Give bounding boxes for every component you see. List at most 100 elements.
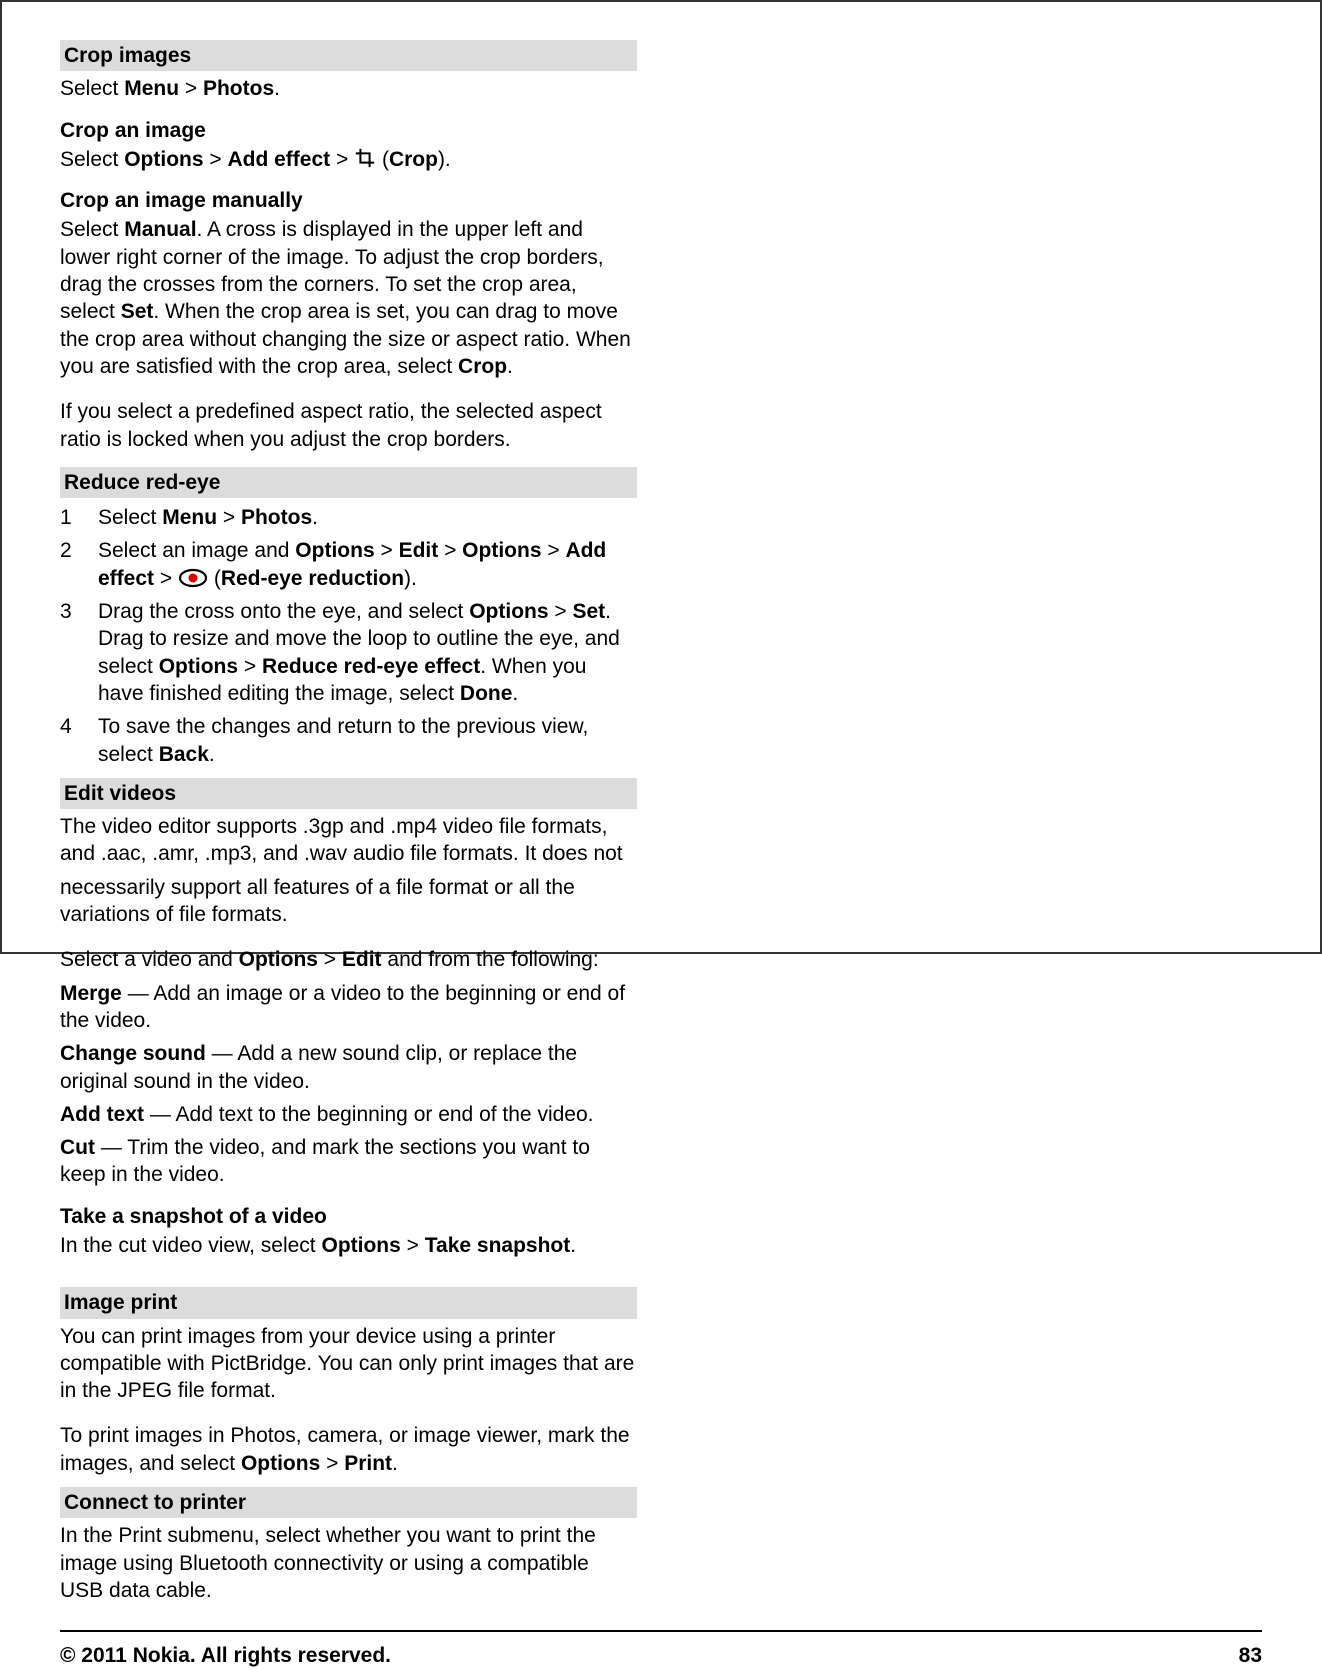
- text: >: [375, 539, 399, 562]
- text: >: [238, 655, 262, 678]
- text: .: [312, 506, 318, 529]
- take-snapshot-label: Take snapshot: [425, 1234, 570, 1257]
- menu-label: Menu: [124, 77, 179, 100]
- photos-label: Photos: [241, 506, 312, 529]
- text: >: [401, 1234, 425, 1257]
- heading-edit-videos: Edit videos: [60, 778, 637, 809]
- connect-to-printer-text: In the Print submenu, select whether you…: [60, 1522, 637, 1604]
- edit-label: Edit: [399, 539, 439, 562]
- heading-crop-manually: Crop an image manually: [60, 187, 637, 214]
- step-text: Select Menu > Photos.: [98, 504, 637, 531]
- step-text: Drag the cross onto the eye, and select …: [98, 598, 637, 707]
- step-number: 1: [60, 504, 78, 531]
- text: — Add an image or a video to the beginni…: [60, 982, 625, 1032]
- text: ).: [404, 567, 417, 590]
- options-label: Options: [241, 1452, 320, 1475]
- options-label: Options: [462, 539, 541, 562]
- merge-label: Merge: [60, 982, 122, 1005]
- text: >: [217, 506, 241, 529]
- take-snapshot-text: In the cut video view, select Options > …: [60, 1232, 637, 1259]
- text: .: [570, 1234, 576, 1257]
- text: >: [154, 567, 178, 590]
- list-item: 1 Select Menu > Photos.: [60, 504, 637, 531]
- back-label: Back: [159, 743, 209, 766]
- two-column-content: Crop images Select Menu > Photos. Crop a…: [60, 40, 1262, 1610]
- print-label: Print: [344, 1452, 392, 1475]
- list-item: 3 Drag the cross onto the eye, and selec…: [60, 598, 637, 707]
- text: and from the following:: [382, 948, 599, 971]
- text: Select: [60, 148, 124, 171]
- def-cut: Cut — Trim the video, and mark the secti…: [60, 1134, 637, 1189]
- page-number: 83: [1239, 1642, 1262, 1669]
- heading-image-print: Image print: [60, 1287, 637, 1318]
- crop-manually-text: Select Manual. A cross is displayed in t…: [60, 216, 637, 380]
- text: .: [507, 355, 513, 378]
- text: Select an image and: [98, 539, 295, 562]
- edit-label: Edit: [342, 948, 382, 971]
- crop-icon: [354, 147, 376, 169]
- cut-label: Cut: [60, 1136, 95, 1159]
- text: >: [549, 600, 573, 623]
- edit-videos-continuation: necessarily support all features of a fi…: [60, 874, 637, 929]
- text: In the cut video view, select: [60, 1234, 321, 1257]
- manual-label: Manual: [124, 218, 196, 241]
- options-label: Options: [124, 148, 203, 171]
- text: Select: [60, 218, 124, 241]
- photos-label: Photos: [203, 77, 274, 100]
- red-eye-steps: 1 Select Menu > Photos. 2 Select an imag…: [60, 504, 637, 768]
- document-page: Crop images Select Menu > Photos. Crop a…: [0, 0, 1322, 954]
- text: .: [274, 77, 280, 100]
- copyright-text: © 2011 Nokia. All rights reserved.: [60, 1642, 391, 1669]
- text: >: [204, 148, 228, 171]
- page-footer: © 2011 Nokia. All rights reserved. 83: [60, 1630, 1262, 1669]
- text: .: [512, 682, 518, 705]
- text: (: [214, 567, 221, 590]
- text: Select a video and: [60, 948, 239, 971]
- options-label: Options: [469, 600, 548, 623]
- heading-reduce-red-eye: Reduce red-eye: [60, 467, 637, 498]
- options-label: Options: [239, 948, 318, 971]
- def-merge: Merge — Add an image or a video to the b…: [60, 980, 637, 1035]
- edit-videos-select: Select a video and Options > Edit and fr…: [60, 946, 637, 973]
- def-change-sound: Change sound — Add a new sound clip, or …: [60, 1040, 637, 1095]
- edit-videos-text: The video editor supports .3gp and .mp4 …: [60, 813, 637, 868]
- heading-crop-images: Crop images: [60, 40, 637, 71]
- menu-label: Menu: [162, 506, 217, 529]
- text: Select: [98, 506, 162, 529]
- done-label: Done: [460, 682, 513, 705]
- crop-label: Crop: [389, 148, 438, 171]
- step-text: To save the changes and return to the pr…: [98, 713, 637, 768]
- text: >: [542, 539, 566, 562]
- add-text-label: Add text: [60, 1103, 144, 1126]
- image-print-text-1: You can print images from your device us…: [60, 1323, 637, 1405]
- text: >: [438, 539, 462, 562]
- text: .: [392, 1452, 398, 1475]
- step-number: 3: [60, 598, 78, 707]
- set-label: Set: [572, 600, 605, 623]
- list-item: 2 Select an image and Options > Edit > O…: [60, 537, 637, 592]
- text: >: [320, 1452, 344, 1475]
- options-label: Options: [159, 655, 238, 678]
- heading-take-snapshot: Take a snapshot of a video: [60, 1203, 637, 1230]
- list-item: 4 To save the changes and return to the …: [60, 713, 637, 768]
- text: >: [179, 77, 203, 100]
- text: Drag the cross onto the eye, and select: [98, 600, 469, 623]
- options-label: Options: [321, 1234, 400, 1257]
- step-number: 2: [60, 537, 78, 592]
- heading-connect-to-printer: Connect to printer: [60, 1487, 637, 1518]
- step-number: 4: [60, 713, 78, 768]
- crop-images-path: Select Menu > Photos.: [60, 75, 637, 102]
- crop-manually-note: If you select a predefined aspect ratio,…: [60, 398, 637, 453]
- text: ).: [438, 148, 451, 171]
- text: >: [318, 948, 342, 971]
- crop-label: Crop: [458, 355, 507, 378]
- set-label: Set: [121, 300, 154, 323]
- text: — Trim the video, and mark the sections …: [60, 1136, 590, 1186]
- text: — Add text to the beginning or end of th…: [144, 1103, 593, 1126]
- redeye-icon: [178, 568, 208, 588]
- red-eye-reduction-label: Red-eye reduction: [221, 567, 404, 590]
- text: Select: [60, 77, 124, 100]
- change-sound-label: Change sound: [60, 1042, 206, 1065]
- text: .: [209, 743, 215, 766]
- text: (: [382, 148, 389, 171]
